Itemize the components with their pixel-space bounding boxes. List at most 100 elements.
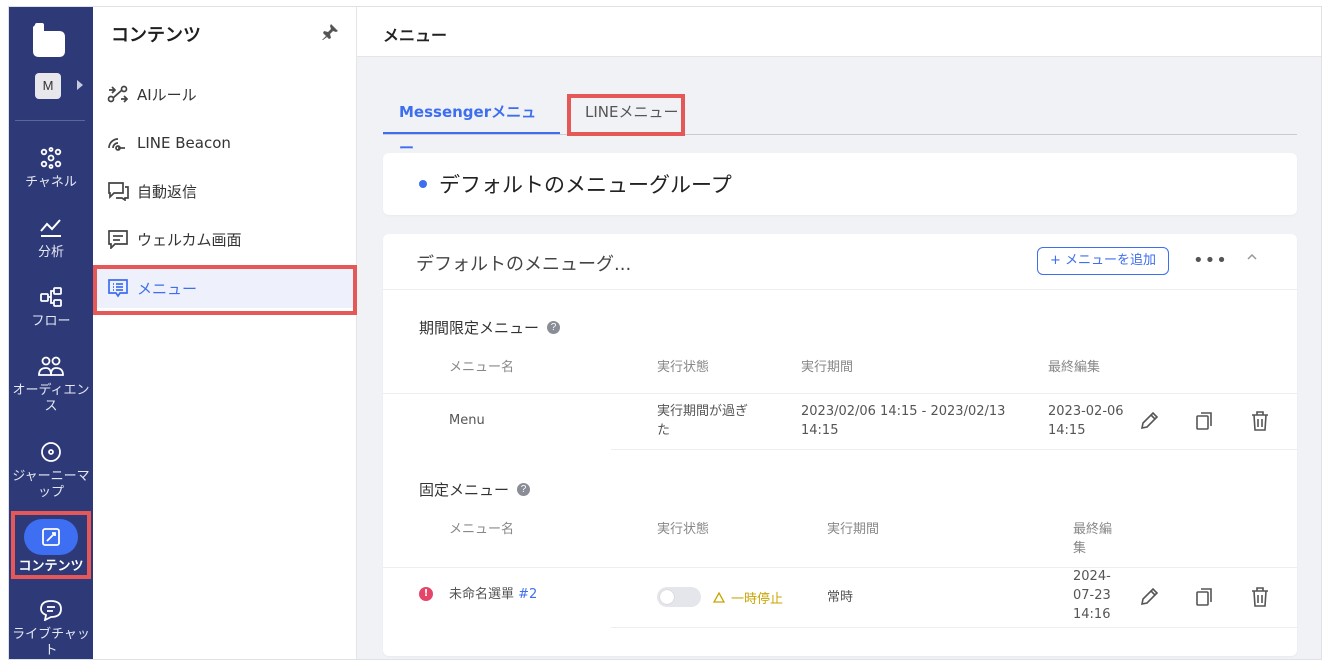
journey-icon xyxy=(41,442,61,462)
column-header: 集 xyxy=(1073,541,1087,556)
app-logo-icon[interactable] xyxy=(33,23,65,57)
status-toggle[interactable] xyxy=(657,587,701,607)
menu-group-title: デフォルトのメニューグループ xyxy=(439,173,732,197)
rail-item-label: オーディエンス xyxy=(12,383,90,414)
sidebar-item-label: ウェルカム画面 xyxy=(137,230,242,249)
channel-icon xyxy=(40,147,62,169)
column-header: 実行状態 xyxy=(657,360,710,375)
row-divider xyxy=(611,627,1297,628)
copy-icon[interactable] xyxy=(1193,586,1215,608)
column-header: 実行状態 xyxy=(657,522,710,537)
menu-name[interactable]: 未命名選單 #2 xyxy=(449,585,537,604)
limited-menu-section-title: 期間限定メニュー ? xyxy=(419,317,561,338)
row-divider xyxy=(383,567,1297,568)
period-line: 14:15 xyxy=(801,423,839,438)
edit-icon[interactable] xyxy=(1138,410,1160,432)
help-icon[interactable]: ? xyxy=(517,483,531,496)
rail-item-flow[interactable]: フロー xyxy=(9,286,93,330)
content-icon xyxy=(42,528,60,546)
menu-group-card: デフォルトのメニューグ... + メニューを追加 ••• 期間限定メニュー ? … xyxy=(383,234,1297,656)
more-options-icon[interactable]: ••• xyxy=(1193,250,1228,271)
group-title-card: デフォルトのメニューグループ xyxy=(383,153,1297,215)
menu-tabs: Messengerメニュー LINEメニュー xyxy=(383,94,1297,157)
rail-item-label: 分析 xyxy=(37,245,64,260)
global-nav-rail: M チャネル 分析 フロー オーディエンス ジャーニーマップ コンテンツ ライブ… xyxy=(9,7,93,659)
pin-icon[interactable] xyxy=(321,23,339,41)
sidebar-item-label: 自動返信 xyxy=(137,182,198,201)
analytics-icon xyxy=(40,219,61,237)
column-header: 実行期間 xyxy=(801,360,854,375)
page-header: メニュー xyxy=(357,7,1321,57)
sidebar-title: コンテンツ xyxy=(111,25,201,46)
sidebar-item-auto-reply[interactable]: 自動返信 xyxy=(93,171,355,211)
welcome-icon xyxy=(108,230,128,249)
main-content: メニュー Messengerメニュー LINEメニュー デフォルトのメニューグル… xyxy=(357,7,1321,659)
edited-line: 2023-02-06 xyxy=(1048,404,1124,419)
add-menu-button[interactable]: + メニューを追加 xyxy=(1037,247,1169,275)
sidebar-item-label: メニュー xyxy=(137,279,198,298)
audience-icon xyxy=(38,356,64,376)
edited-line: 14:15 xyxy=(1048,423,1086,438)
sidebar-item-line-beacon[interactable]: LINE Beacon xyxy=(93,123,355,163)
limited-menu-title: 期間限定メニュー xyxy=(419,319,540,337)
column-header: メニュー名 xyxy=(449,360,515,375)
workspace-expand-icon[interactable] xyxy=(77,80,83,90)
flow-icon xyxy=(40,287,62,307)
status-line: た xyxy=(657,423,671,438)
app-window: M チャネル 分析 フロー オーディエンス ジャーニーマップ コンテンツ ライブ… xyxy=(8,6,1322,660)
chevron-up-icon[interactable] xyxy=(1245,250,1259,264)
row-divider xyxy=(611,449,1297,450)
rail-item-active-bubble xyxy=(24,519,78,555)
content-sidebar: コンテンツ AIルール LINE Beacon 自動返信 ウェルカム画面 メニュ… xyxy=(93,7,357,659)
workspace-avatar[interactable]: M xyxy=(35,73,61,99)
tab-messenger-menu[interactable]: Messengerメニュー xyxy=(383,94,560,157)
fixed-menu-section-title: 固定メニュー ? xyxy=(419,479,531,500)
edited-line: 07-23 xyxy=(1073,588,1111,603)
chat-icon xyxy=(40,600,62,621)
rail-item-content[interactable]: コンテンツ xyxy=(9,519,93,575)
edited-line: 14:16 xyxy=(1073,607,1111,622)
status-line: 実行期間が過ぎ xyxy=(657,404,749,419)
menu-name-text: 未命名選單 xyxy=(449,587,515,602)
paused-label: 一時停止 xyxy=(731,592,784,607)
sidebar-item-welcome[interactable]: ウェルカム画面 xyxy=(93,219,355,259)
page-title: メニュー xyxy=(383,26,448,45)
menu-group-heading: デフォルトのメニューグループ xyxy=(419,169,732,199)
rail-item-label: ライブチャット xyxy=(12,627,90,658)
bullet-dot xyxy=(419,180,427,188)
rail-item-label: フロー xyxy=(31,314,71,329)
column-header: メニュー名 xyxy=(449,522,515,537)
toggle-knob xyxy=(660,590,674,604)
rail-divider xyxy=(15,120,85,121)
sidebar-item-label: AIルール xyxy=(137,85,197,104)
warning-triangle-icon xyxy=(713,592,725,603)
rail-item-label: コンテンツ xyxy=(18,559,84,574)
rail-item-analytics[interactable]: 分析 xyxy=(9,217,93,261)
menu-group-card-title: デフォルトのメニューグ... xyxy=(416,254,632,275)
rail-item-livechat[interactable]: ライブチャット xyxy=(9,599,93,659)
fixed-menu-title: 固定メニュー xyxy=(419,481,510,499)
delete-icon[interactable] xyxy=(1249,586,1271,608)
sidebar-item-label: LINE Beacon xyxy=(137,134,231,152)
rail-item-channel[interactable]: チャネル xyxy=(9,147,93,191)
copy-icon[interactable] xyxy=(1193,410,1215,432)
error-icon: ! xyxy=(419,587,433,601)
tab-line-menu[interactable]: LINEメニュー xyxy=(569,94,694,134)
menu-number: #2 xyxy=(518,587,538,602)
menu-name[interactable]: Menu xyxy=(449,411,485,430)
edited-line: 2024- xyxy=(1073,569,1111,584)
rail-item-audience[interactable]: オーディエンス xyxy=(9,355,93,415)
edit-icon[interactable] xyxy=(1138,586,1160,608)
period-value: 常時 xyxy=(827,590,854,605)
menu-group-card-header: デフォルトのメニューグ... + メニューを追加 ••• xyxy=(383,234,1297,290)
delete-icon[interactable] xyxy=(1249,410,1271,432)
column-header: 実行期間 xyxy=(827,522,880,537)
rail-item-label: ジャーニーマップ xyxy=(12,469,90,500)
help-icon[interactable]: ? xyxy=(547,321,561,334)
rail-item-journey[interactable]: ジャーニーマップ xyxy=(9,441,93,501)
rail-item-label: チャネル xyxy=(25,175,77,190)
paused-status: 一時停止 xyxy=(713,588,783,607)
sidebar-item-ai-rule[interactable]: AIルール xyxy=(93,74,355,114)
auto-reply-icon xyxy=(108,182,129,201)
sidebar-item-menu[interactable]: メニュー xyxy=(93,268,355,308)
